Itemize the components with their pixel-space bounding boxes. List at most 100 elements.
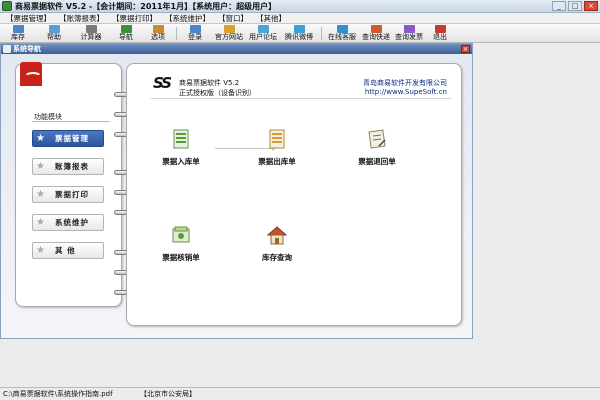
company-website-link[interactable]: http://www.SupeSoft.cn	[365, 88, 447, 96]
function-label: 票据退回单	[358, 157, 396, 166]
close-button[interactable]: ×	[584, 1, 598, 11]
toolbar-exit-button[interactable]: 退出	[428, 25, 452, 42]
receipt-return-button[interactable]: 票据退回单	[339, 128, 415, 167]
help-icon	[48, 25, 60, 33]
navigation-window-title: 系统导航	[13, 45, 41, 53]
maximize-button[interactable]: □	[568, 1, 582, 11]
brand-logo: SS	[153, 74, 172, 92]
toolbar-label: 查询快递	[362, 33, 390, 41]
toolbar-label: 在线客服	[328, 33, 356, 41]
toolbar-label: 腾讯微博	[285, 33, 313, 41]
toolbar-label: 官方网站	[215, 33, 243, 41]
toolbar-inventory-button[interactable]: 库存	[4, 25, 32, 42]
nav-button-label: 票据管理	[55, 134, 89, 143]
divider	[151, 98, 451, 99]
toolbar-login-button[interactable]: 登录	[181, 25, 209, 42]
function-module-panel: 功能模块 ★ 票据管理 ★ 账簿报表 ★ 票据打印 ★ 系统维护 ★ 其 他	[15, 62, 122, 307]
toolbar-support-button[interactable]: 在线客服	[324, 25, 360, 42]
support-icon	[336, 25, 348, 33]
receipt-writeoff-icon	[172, 226, 190, 243]
star-icon: ★	[36, 217, 45, 228]
toolbar-label: 用户论坛	[249, 33, 277, 41]
toolbar-weibo-button[interactable]: 腾讯微博	[280, 25, 318, 42]
toolbar-navigation-button[interactable]: 导航	[113, 25, 139, 42]
toolbar-options-button[interactable]: 选项	[144, 25, 172, 42]
toolbar-express-button[interactable]: 查询快递	[358, 25, 394, 42]
nav-other-button[interactable]: ★ 其 他	[32, 242, 104, 259]
inventory-icon	[12, 25, 24, 33]
function-label: 票据出库单	[258, 157, 296, 166]
menu-ledger-reports[interactable]: 【账簿报表】	[55, 13, 108, 23]
toolbar-separator	[321, 27, 322, 40]
nav-button-label: 其 他	[55, 246, 76, 255]
stock-query-icon	[266, 226, 288, 245]
toolbar-website-button[interactable]: 官方网站	[211, 25, 247, 42]
status-organization: 【北京市公安局】	[140, 390, 196, 398]
nav-receipt-management-button[interactable]: ★ 票据管理	[32, 130, 104, 147]
window-title: 商易票据软件 V5.2 -【会计期间：2011年1月】【系统用户：超级用户】	[15, 2, 277, 11]
navigation-window-titlebar: 系统导航 ×	[1, 44, 472, 54]
nav-button-label: 账簿报表	[55, 162, 89, 171]
exit-icon	[434, 25, 446, 33]
navigation-window-body: 功能模块 ★ 票据管理 ★ 账簿报表 ★ 票据打印 ★ 系统维护 ★ 其 他 S…	[1, 54, 472, 338]
star-icon: ★	[36, 133, 45, 144]
nav-button-label: 系统维护	[55, 218, 89, 227]
calculator-icon	[85, 25, 97, 33]
stock-query-button[interactable]: 库存查询	[239, 224, 315, 263]
forum-icon	[257, 25, 269, 33]
status-bar: C:\商易票据软件\系统操作指南.pdf 【北京市公安局】	[0, 387, 600, 400]
license-info: 正式授权版（设备识别）	[179, 89, 256, 97]
menu-window[interactable]: 【窗口】	[214, 13, 252, 23]
navigation-window-close-button[interactable]: ×	[461, 45, 470, 53]
function-content-panel: SS 商易票据软件 V5.2 正式授权版（设备识别） 青岛商易软件开发有限公司 …	[126, 63, 462, 326]
toolbar-label: 导航	[119, 33, 133, 41]
nav-system-maintenance-button[interactable]: ★ 系统维护	[32, 214, 104, 231]
receipt-in-icon	[173, 129, 189, 149]
toolbar-label: 库存	[11, 33, 25, 41]
menu-receipt-print[interactable]: 【票据打印】	[108, 13, 161, 23]
toolbar-calculator-button[interactable]: 计算器	[74, 25, 108, 42]
options-icon	[152, 25, 164, 33]
toolbar-label: 计算器	[80, 33, 102, 41]
login-icon	[189, 25, 201, 33]
minimize-button[interactable]: _	[552, 1, 566, 11]
star-icon: ★	[36, 189, 45, 200]
nav-button-label: 票据打印	[55, 190, 89, 199]
receipt-out-button[interactable]: 票据出库单	[239, 128, 315, 167]
function-label: 票据核销单	[162, 253, 200, 262]
navigation-window: 系统导航 × 功能模块 ★ 票据管理 ★ 账簿报表 ★ 票据打印 ★ 系统维护	[0, 43, 473, 339]
toolbar: 库存 帮助 计算器 导航 选项 登录 官方网站 用户论坛 腾讯微博 在线客服 查…	[0, 24, 600, 43]
toolbar-label: 登录	[188, 33, 202, 41]
toolbar-label: 选项	[151, 33, 165, 41]
star-icon: ★	[36, 245, 45, 256]
receipt-return-icon	[368, 129, 386, 149]
bookmark-ribbon-icon	[20, 62, 42, 86]
nav-receipt-print-button[interactable]: ★ 票据打印	[32, 186, 104, 203]
toolbar-label: 帮助	[47, 33, 61, 41]
company-name: 青岛商易软件开发有限公司	[363, 79, 447, 87]
express-icon	[370, 25, 382, 33]
toolbar-separator	[176, 27, 177, 40]
navigation-icon	[120, 25, 132, 33]
website-icon	[223, 25, 235, 33]
function-label: 票据入库单	[162, 157, 200, 166]
menu-system-maintenance[interactable]: 【系统维护】	[161, 13, 214, 23]
window-icon	[3, 45, 11, 53]
toolbar-label: 退出	[433, 33, 447, 41]
toolbar-forum-button[interactable]: 用户论坛	[245, 25, 281, 42]
toolbar-invoice-button[interactable]: 查询发票	[391, 25, 427, 42]
menu-other[interactable]: 【其他】	[252, 13, 290, 23]
menu-receipt-management[interactable]: 【票据管理】	[2, 13, 55, 23]
divider	[32, 121, 110, 122]
star-icon: ★	[36, 161, 45, 172]
toolbar-help-button[interactable]: 帮助	[40, 25, 68, 42]
menu-bar: 【票据管理】 【账簿报表】 【票据打印】 【系统维护】 【窗口】 【其他】	[0, 13, 600, 24]
receipt-in-button[interactable]: 票据入库单	[143, 128, 219, 167]
weibo-icon	[293, 25, 305, 33]
title-bar: 商易票据软件 V5.2 -【会计期间：2011年1月】【系统用户：超级用户】 _…	[0, 0, 600, 13]
receipt-writeoff-button[interactable]: 票据核销单	[143, 224, 219, 263]
invoice-search-icon	[403, 25, 415, 33]
product-name: 商易票据软件 V5.2	[179, 79, 240, 87]
nav-ledger-reports-button[interactable]: ★ 账簿报表	[32, 158, 104, 175]
receipt-out-icon	[269, 129, 285, 149]
